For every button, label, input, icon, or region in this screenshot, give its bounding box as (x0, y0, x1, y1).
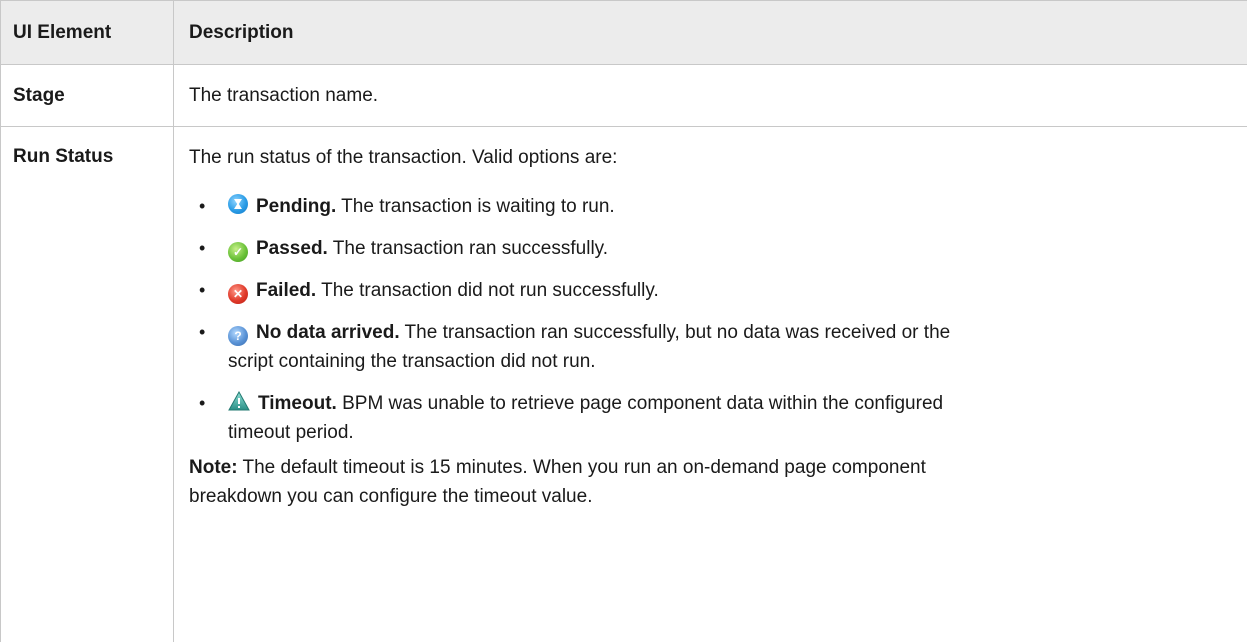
list-item-timeout: • Time (189, 389, 1247, 447)
failed-x-icon: ✕ (228, 284, 248, 304)
header-description: Description (174, 1, 1247, 65)
note-text: The default timeout is 15 minutes. When … (243, 457, 926, 478)
note-text-continued: breakdown you can configure the timeout … (189, 486, 592, 507)
table-row: Run Status The run status of the transac… (1, 127, 1247, 642)
row-run-status-element: Run Status (1, 127, 174, 642)
list-item-pending: • Pending. The transaction is waiting to… (189, 192, 1247, 221)
pending-hourglass-icon (228, 194, 248, 214)
status-name: Timeout. (258, 393, 337, 414)
timeout-warning-icon (228, 391, 250, 411)
status-name: Passed. (256, 238, 328, 259)
passed-check-icon: ✓ (228, 242, 248, 262)
note-paragraph: Note: The default timeout is 15 minutes.… (189, 453, 1247, 511)
header-ui-element: UI Element (1, 1, 174, 65)
run-status-intro: The run status of the transaction. Valid… (189, 146, 1247, 169)
bullet-icon: • (199, 276, 205, 305)
list-item-passed: • ✓ Passed. The transaction ran successfu… (189, 234, 1247, 263)
row-stage-element: Stage (1, 65, 174, 127)
row-stage-description: The transaction name. (174, 65, 1247, 127)
note-label: Note: (189, 457, 238, 478)
status-text-continued: timeout period. (228, 418, 1247, 447)
bullet-icon: • (199, 318, 205, 347)
list-item-failed: • ✕ Failed. The transaction did not run s… (189, 276, 1247, 305)
bullet-icon: • (199, 192, 205, 221)
status-text: The transaction ran successfully, but no… (405, 322, 951, 343)
status-text-continued: script containing the transaction did no… (228, 347, 1247, 376)
status-text: BPM was unable to retrieve page componen… (342, 393, 943, 414)
table-row: Stage The transaction name. (1, 65, 1247, 127)
status-text: The transaction did not run successfully… (321, 280, 659, 301)
list-item-no-data: • ? No data arrived. The transaction ran … (189, 318, 1247, 376)
ui-element-table: UI Element Description Stage The transac… (0, 0, 1247, 642)
status-name: No data arrived. (256, 322, 400, 343)
row-run-status-description: The run status of the transaction. Valid… (174, 127, 1247, 642)
status-text: The transaction ran successfully. (333, 238, 608, 259)
bullet-icon: • (199, 389, 205, 418)
status-name: Failed. (256, 280, 316, 301)
bullet-icon: • (199, 234, 205, 263)
status-list: • Pending. The transaction is waiting to… (189, 192, 1247, 447)
status-text: The transaction is waiting to run. (341, 196, 615, 217)
table-header-row: UI Element Description (1, 1, 1247, 65)
no-data-question-icon: ? (228, 326, 248, 346)
status-name: Pending. (256, 196, 336, 217)
